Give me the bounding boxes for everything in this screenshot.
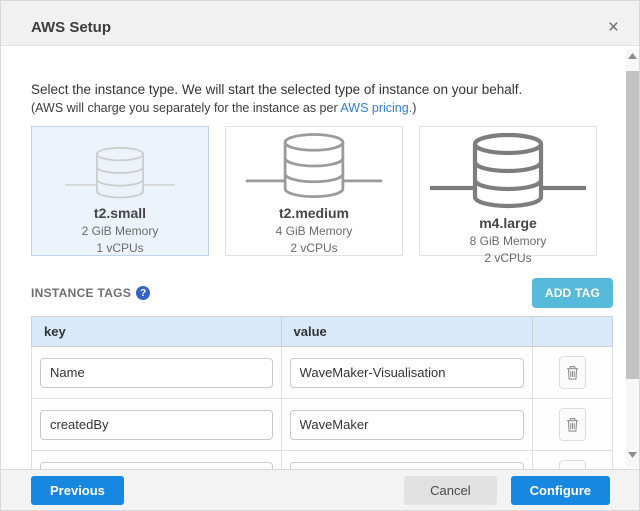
instance-vcpus: 2 vCPUs bbox=[290, 241, 337, 255]
instance-card-m4-large[interactable]: m4.large 8 GiB Memory 2 vCPUs bbox=[419, 126, 597, 256]
instance-memory: 8 GiB Memory bbox=[470, 234, 547, 248]
scroll-down-icon[interactable] bbox=[626, 448, 639, 462]
instance-card-t2-medium[interactable]: t2.medium 4 GiB Memory 2 vCPUs bbox=[225, 126, 403, 256]
tag-key-input[interactable] bbox=[40, 358, 273, 388]
database-icon bbox=[244, 131, 384, 201]
instance-name: t2.small bbox=[94, 205, 146, 221]
database-icon bbox=[64, 131, 176, 201]
instance-name: m4.large bbox=[479, 215, 537, 231]
instance-type-cards: t2.small 2 GiB Memory 1 vCPUs t2.medium … bbox=[31, 126, 639, 256]
trash-icon bbox=[566, 365, 579, 381]
dialog-title: AWS Setup bbox=[31, 19, 604, 36]
intro-line-2-prefix: (AWS will charge you separately for the … bbox=[31, 101, 340, 115]
aws-pricing-link[interactable]: AWS pricing. bbox=[340, 101, 412, 115]
instance-vcpus: 1 vCPUs bbox=[96, 241, 143, 255]
previous-button[interactable]: Previous bbox=[31, 476, 124, 505]
instance-vcpus: 2 vCPUs bbox=[484, 251, 531, 265]
instance-tags-table: key value bbox=[31, 316, 613, 469]
help-icon[interactable]: ? bbox=[136, 286, 150, 300]
table-row bbox=[32, 399, 613, 451]
instance-card-t2-small[interactable]: t2.small 2 GiB Memory 1 vCPUs bbox=[31, 126, 209, 256]
column-header-actions bbox=[533, 317, 613, 347]
intro-line-1: Select the instance type. We will start … bbox=[31, 82, 639, 97]
database-icon bbox=[428, 131, 588, 211]
tag-value-input[interactable] bbox=[290, 358, 525, 388]
intro-line-2: (AWS will charge you separately for the … bbox=[31, 101, 639, 115]
tag-key-input[interactable] bbox=[40, 462, 273, 470]
tag-value-input[interactable] bbox=[290, 462, 525, 470]
scroll-up-icon[interactable] bbox=[626, 49, 639, 63]
configure-button[interactable]: Configure bbox=[511, 476, 610, 505]
dialog-body: Select the instance type. We will start … bbox=[1, 46, 639, 469]
instance-tags-bar: INSTANCE TAGS ? ADD TAG bbox=[31, 278, 613, 308]
dialog-footer: Previous Cancel Configure bbox=[1, 469, 639, 510]
table-row bbox=[32, 451, 613, 470]
instance-memory: 4 GiB Memory bbox=[276, 224, 353, 238]
add-tag-button[interactable]: ADD TAG bbox=[532, 278, 613, 308]
column-header-value: value bbox=[281, 317, 533, 347]
vertical-scrollbar bbox=[626, 49, 639, 467]
dialog-header: AWS Setup × bbox=[1, 1, 639, 46]
intro-line-2-suffix: ) bbox=[412, 101, 416, 115]
tag-key-input[interactable] bbox=[40, 410, 273, 440]
instance-tags-label: INSTANCE TAGS bbox=[31, 286, 131, 300]
table-header-row: key value bbox=[32, 317, 613, 347]
scrollbar-thumb[interactable] bbox=[626, 71, 639, 379]
delete-tag-button[interactable] bbox=[559, 356, 586, 389]
trash-icon bbox=[566, 417, 579, 433]
delete-tag-button[interactable] bbox=[559, 408, 586, 441]
close-icon[interactable]: × bbox=[604, 16, 623, 39]
tag-value-input[interactable] bbox=[290, 410, 525, 440]
delete-tag-button[interactable] bbox=[559, 460, 586, 469]
cancel-button[interactable]: Cancel bbox=[404, 476, 496, 505]
instance-name: t2.medium bbox=[279, 205, 349, 221]
aws-setup-dialog: AWS Setup × Select the instance type. We… bbox=[0, 0, 640, 511]
column-header-key: key bbox=[32, 317, 282, 347]
table-row bbox=[32, 347, 613, 399]
instance-memory: 2 GiB Memory bbox=[82, 224, 159, 238]
